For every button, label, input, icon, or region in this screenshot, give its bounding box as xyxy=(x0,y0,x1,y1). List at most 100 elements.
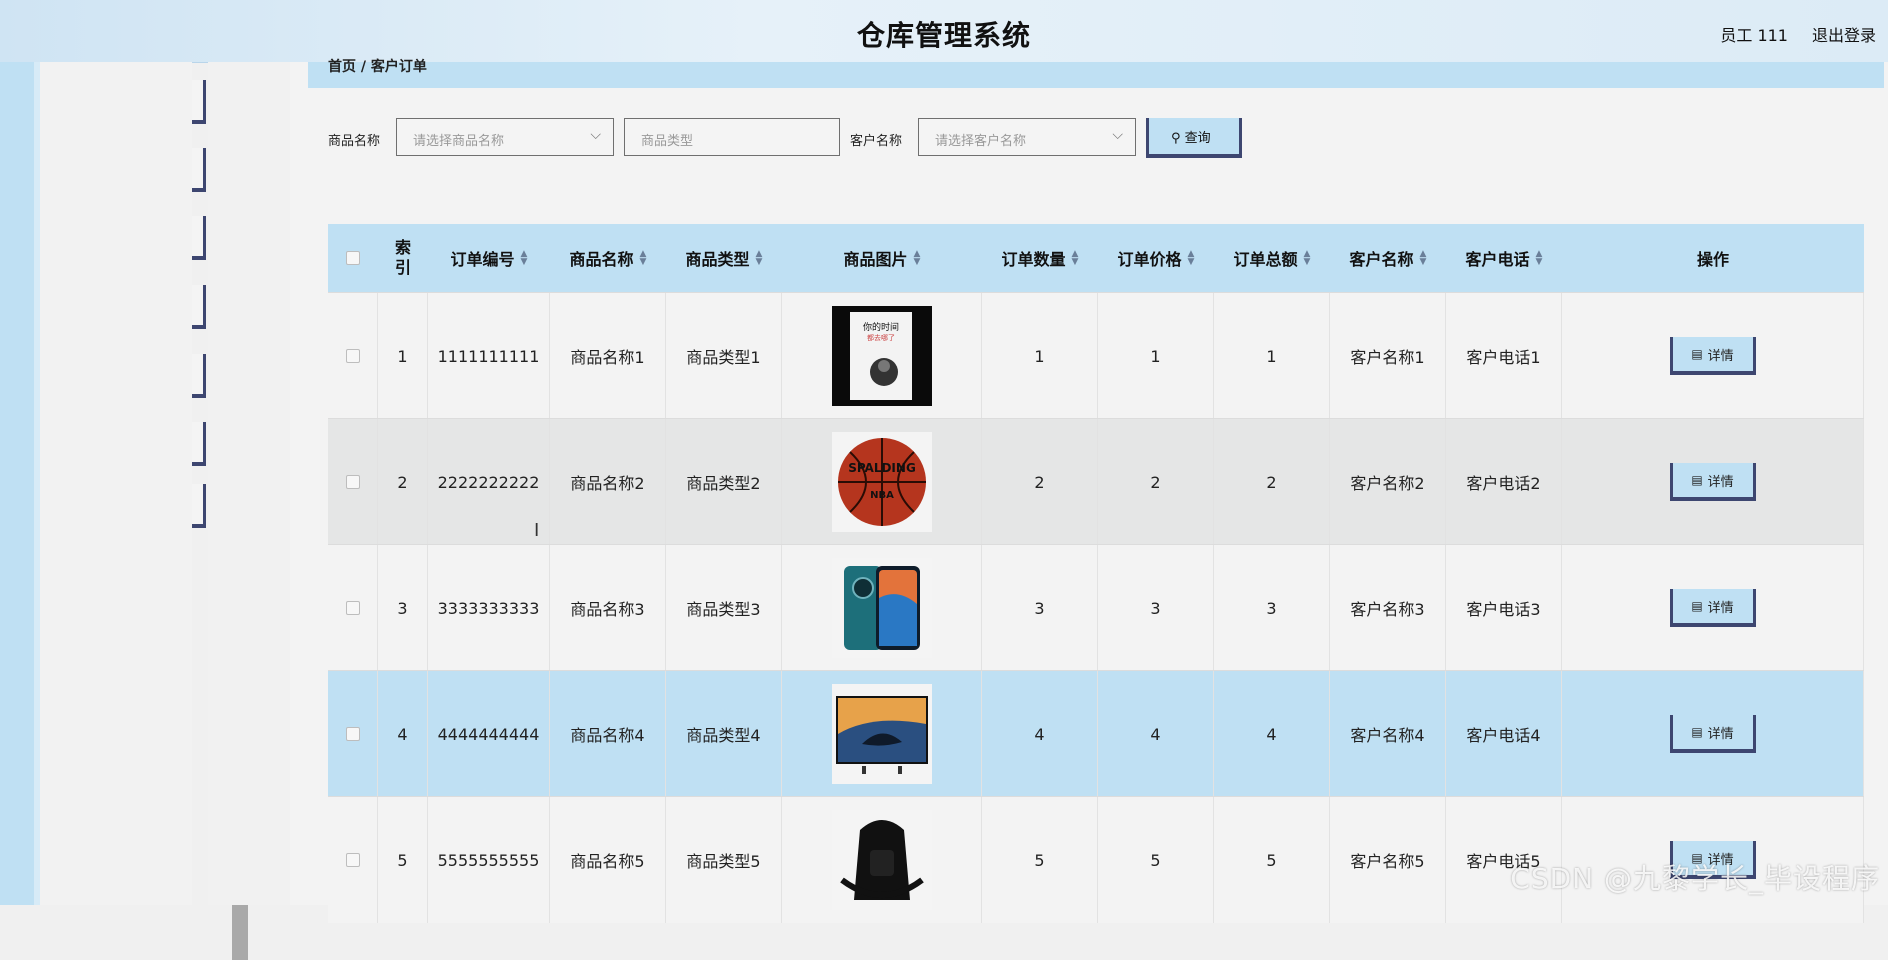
row-checkbox[interactable] xyxy=(345,475,360,489)
cell-customer-name: 客户名称4 xyxy=(1330,671,1446,797)
left-strip xyxy=(0,62,40,905)
detail-label: 详情 xyxy=(1707,726,1734,742)
table-header: 索引 订单编号 ▲ ▼ 商品名称 ▲ ▼ 商品类型 ▲ ▼ 商品图片 ▲ ▼ 订单数量 ▲ ▼ 订单… xyxy=(328,224,1864,292)
sort-icon: ▲ ▼ xyxy=(1187,249,1195,267)
action-cell: ▤ 详情 xyxy=(1562,671,1864,797)
cell-qty: 4 xyxy=(982,671,1098,797)
cell-customer-name: 客户名称1 xyxy=(1330,293,1446,419)
cell-order-no: 4444444444 xyxy=(428,671,550,797)
sort-icon: ▲ ▼ xyxy=(639,249,647,267)
cell-qty: 3 xyxy=(982,545,1098,671)
cell-total: 2 xyxy=(1214,419,1330,545)
row-checkbox[interactable] xyxy=(345,349,360,363)
select-all-checkbox[interactable] xyxy=(346,251,360,265)
sort-icon: ▲ ▼ xyxy=(1419,249,1427,267)
header-product-image[interactable]: 商品图片 ▲ ▼ xyxy=(782,224,982,292)
sort-icon: ▲ ▼ xyxy=(1303,249,1311,267)
cell-price: 4 xyxy=(1098,671,1214,797)
product-image-cell: SPALDING NBA xyxy=(782,419,982,545)
row-select-cell xyxy=(328,797,378,923)
row-checkbox[interactable] xyxy=(345,727,360,741)
cell-customer-name: 客户名称2 xyxy=(1330,419,1446,545)
cell-total: 1 xyxy=(1214,293,1330,419)
row-select-cell xyxy=(328,545,378,671)
cell-qty: 1 xyxy=(982,293,1098,419)
cell-product-type: 商品类型2 xyxy=(666,419,782,545)
cell-index: 4 xyxy=(378,671,428,797)
cell-index: 1 xyxy=(378,293,428,419)
detail-button[interactable]: ▤ 详情 xyxy=(1669,463,1756,501)
page-title: 仓库管理系统 xyxy=(856,19,1031,52)
cell-product-type: 商品类型1 xyxy=(666,293,782,419)
cell-customer-name: 客户名称3 xyxy=(1330,545,1446,671)
header-customer-phone[interactable]: 客户电话 ▲ ▼ xyxy=(1446,224,1562,292)
row-checkbox[interactable] xyxy=(345,853,360,867)
cell-order-no: 2222222222 xyxy=(428,419,550,545)
cell-customer-phone: 客户电话1 xyxy=(1446,293,1562,419)
cell-customer-phone: 客户电话2 xyxy=(1446,419,1562,545)
book-image: 你的时间 都去哪了 xyxy=(831,306,932,406)
logout-button[interactable]: 退出登录 xyxy=(1812,22,1876,46)
header-order-qty[interactable]: 订单数量 ▲ ▼ xyxy=(982,224,1098,292)
cell-product-name: 商品名称4 xyxy=(550,671,666,797)
header-index[interactable]: 索引 xyxy=(378,224,428,292)
detail-label: 详情 xyxy=(1707,600,1734,616)
search-icon: ⚲ xyxy=(1171,131,1181,146)
sort-icon: ▲ ▼ xyxy=(755,249,763,267)
header-product-name[interactable]: 商品名称 ▲ ▼ xyxy=(550,224,666,292)
row-checkbox[interactable] xyxy=(345,601,360,615)
detail-button[interactable]: ▤ 详情 xyxy=(1669,715,1756,753)
cell-customer-phone: 客户电话3 xyxy=(1446,545,1562,671)
chevron-down-icon: ⌵ xyxy=(1112,127,1123,143)
cell-total: 4 xyxy=(1214,671,1330,797)
cell-product-type: 商品类型3 xyxy=(666,545,782,671)
header-order-total[interactable]: 订单总额 ▲ ▼ xyxy=(1214,224,1330,292)
cell-index: 2 xyxy=(378,419,428,545)
customer-name-placeholder: 请选择客户名称 xyxy=(935,134,1027,149)
header-product-type[interactable]: 商品类型 ▲ ▼ xyxy=(666,224,782,292)
svg-text:SPALDING: SPALDING xyxy=(848,461,916,475)
header-order-price[interactable]: 订单价格 ▲ ▼ xyxy=(1098,224,1214,292)
product-image-cell xyxy=(782,797,982,923)
header: 仓库管理系统 员工 111 退出登录 xyxy=(0,0,1888,63)
header-action: 操作 xyxy=(1696,250,1729,269)
text-cursor-icon: I xyxy=(534,520,540,541)
product-type-input[interactable]: 商品类型 xyxy=(624,118,840,156)
query-button[interactable]: ⚲ 查询 xyxy=(1146,118,1242,158)
product-name-placeholder: 请选择商品名称 xyxy=(413,134,505,149)
product-image-cell xyxy=(782,671,982,797)
cell-qty: 2 xyxy=(982,419,1098,545)
document-icon: ▤ xyxy=(1691,725,1703,739)
breadcrumb: 首页 / 客户订单 xyxy=(308,59,1884,88)
document-icon: ▤ xyxy=(1691,599,1703,613)
header-customer-name[interactable]: 客户名称 ▲ ▼ xyxy=(1330,224,1446,292)
cell-order-no: 5555555555 xyxy=(428,797,550,923)
row-select-cell xyxy=(328,671,378,797)
cell-product-type: 商品类型4 xyxy=(666,671,782,797)
watermark: CSDN @九黎学长_毕设程序 xyxy=(1510,862,1880,895)
detail-label: 详情 xyxy=(1707,474,1734,490)
detail-button[interactable]: ▤ 详情 xyxy=(1669,337,1756,375)
cell-product-name: 商品名称5 xyxy=(550,797,666,923)
sort-icon: ▲ ▼ xyxy=(1535,249,1543,267)
header-order-no[interactable]: 订单编号 ▲ ▼ xyxy=(428,224,550,292)
sort-icon: ▲ ▼ xyxy=(913,249,921,267)
cell-product-name: 商品名称2 xyxy=(550,419,666,545)
cell-price: 3 xyxy=(1098,545,1214,671)
cell-customer-phone: 客户电话4 xyxy=(1446,671,1562,797)
action-cell: ▤ 详情 xyxy=(1562,419,1864,545)
customer-name-label: 客户名称 xyxy=(850,134,903,149)
table-row: 3 3333333333 商品名称3 商品类型3 3 3 3 客户名称3 客户电话3 ▤ 详情 xyxy=(328,544,1864,671)
cell-product-name: 商品名称1 xyxy=(550,293,666,419)
document-icon: ▤ xyxy=(1691,473,1703,487)
table-row: 4 4444444444 商品名称4 商品类型4 4 4 4 客户名称4 客户电话4 ▤ 详情 xyxy=(328,670,1864,797)
cell-product-type: 商品类型5 xyxy=(666,797,782,923)
customer-name-select[interactable]: 请选择客户名称 ⌵ xyxy=(918,118,1136,156)
chevron-down-icon: ⌵ xyxy=(590,127,601,143)
product-name-select[interactable]: 请选择商品名称 ⌵ xyxy=(396,118,614,156)
product-image-cell: 你的时间 都去哪了 xyxy=(782,293,982,419)
user-name: 员工 111 xyxy=(1720,26,1788,45)
detail-button[interactable]: ▤ 详情 xyxy=(1669,589,1756,627)
product-name-label: 商品名称 xyxy=(328,134,381,149)
svg-text:NBA: NBA xyxy=(870,490,894,501)
